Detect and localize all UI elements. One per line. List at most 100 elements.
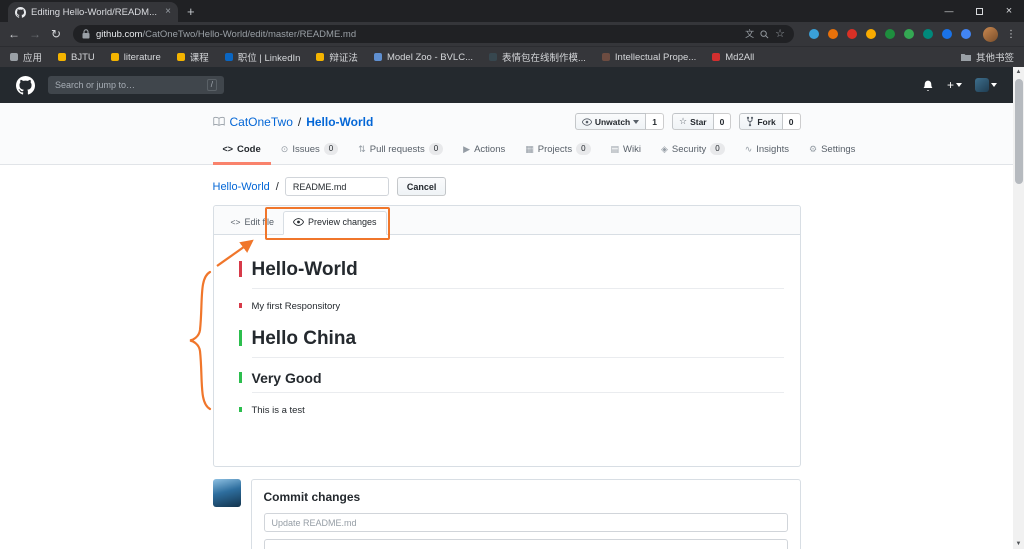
- commit-box: Commit changes: [251, 479, 801, 549]
- browser-tab[interactable]: Editing Hello-World/READM... ×: [8, 2, 178, 22]
- bookmark-list: 应用 BJTU literature 课程 职位 | LinkedIn 辩证法: [10, 50, 754, 64]
- repo-tab[interactable]: <> Code: [213, 137, 271, 165]
- extension-icon[interactable]: [923, 29, 933, 39]
- github-page: Search or jump to… / + CatOneTwo / Hello…: [0, 67, 1013, 549]
- tab-preview-changes[interactable]: Preview changes: [283, 211, 387, 235]
- url-text: github.com/CatOneTwo/Hello-World/edit/ma…: [96, 29, 739, 40]
- star-count[interactable]: 0: [714, 113, 732, 130]
- tab-icon: ▤: [611, 145, 620, 154]
- forward-icon[interactable]: →: [28, 28, 42, 40]
- extension-icon[interactable]: [828, 29, 838, 39]
- browser-menu-icon[interactable]: ⋮: [1005, 29, 1017, 40]
- extension-icon[interactable]: [809, 29, 819, 39]
- cancel-button[interactable]: Cancel: [397, 177, 447, 196]
- tab-counter: 0: [576, 143, 590, 155]
- browser-profile-avatar[interactable]: [983, 27, 998, 42]
- file-breadcrumb: Hello-World / Cancel: [213, 177, 801, 196]
- maximize-icon[interactable]: [964, 0, 994, 22]
- bookmark-item[interactable]: Model Zoo - BVLC...: [374, 52, 473, 63]
- repo-tab[interactable]: ⇅ Pull requests 0: [348, 137, 453, 165]
- repo-tab[interactable]: ∿ Insights: [735, 137, 799, 165]
- bookmark-item[interactable]: 应用: [10, 50, 42, 64]
- extension-icon[interactable]: [942, 29, 952, 39]
- repo-tab[interactable]: ▶ Actions: [453, 137, 515, 165]
- commit-summary-input[interactable]: [264, 513, 788, 532]
- fork-icon: [746, 116, 754, 127]
- bookmark-favicon: [489, 53, 497, 61]
- extension-icon[interactable]: [847, 29, 857, 39]
- editor-tab-bar: <> Edit file Preview changes: [214, 206, 800, 235]
- github-header-right: +: [922, 78, 997, 92]
- filename-input[interactable]: [285, 177, 389, 196]
- new-tab-button[interactable]: +: [187, 5, 195, 18]
- lock-icon: [82, 29, 90, 39]
- bookmark-item[interactable]: literature: [111, 52, 161, 63]
- fork-button[interactable]: Fork: [739, 113, 782, 130]
- slash-key-hint: /: [207, 79, 217, 91]
- repo-header: CatOneTwo / Hello-World Unwatch 1: [0, 103, 1013, 165]
- translate-icon[interactable]: 文: [745, 30, 754, 39]
- extension-icon[interactable]: [961, 29, 971, 39]
- commit-title: Commit changes: [264, 490, 788, 504]
- bookmark-star-icon[interactable]: ☆: [775, 29, 785, 40]
- github-favicon-icon: [15, 7, 26, 18]
- bookmark-item[interactable]: BJTU: [58, 52, 95, 63]
- other-bookmarks[interactable]: 其他书签: [961, 50, 1014, 64]
- star-button[interactable]: ☆ Star: [672, 113, 714, 130]
- fork-count[interactable]: 0: [783, 113, 801, 130]
- page-scrollbar[interactable]: ▲ ▼: [1013, 67, 1024, 549]
- bookmark-item[interactable]: 表情包在线制作模...: [489, 50, 586, 64]
- breadcrumb-repo-link[interactable]: Hello-World: [213, 181, 270, 193]
- refresh-icon[interactable]: ↻: [49, 28, 63, 40]
- repo-title-row: CatOneTwo / Hello-World Unwatch 1: [213, 113, 801, 130]
- back-icon[interactable]: ←: [7, 28, 21, 40]
- bell-icon[interactable]: [922, 79, 934, 92]
- minimize-icon[interactable]: —: [934, 0, 964, 22]
- tab-close-icon[interactable]: ×: [165, 7, 171, 17]
- extension-icon[interactable]: [885, 29, 895, 39]
- tab-icon: ⊙: [281, 145, 289, 154]
- repo-name-link[interactable]: Hello-World: [306, 115, 373, 129]
- create-new-button[interactable]: +: [947, 78, 962, 92]
- scroll-down-icon[interactable]: ▼: [1013, 539, 1024, 549]
- tab-counter: 0: [324, 143, 338, 155]
- github-header: Search or jump to… / +: [0, 67, 1013, 103]
- unwatch-button[interactable]: Unwatch: [575, 113, 646, 130]
- repo-tab[interactable]: ⚙ Settings: [799, 137, 865, 165]
- user-avatar: [975, 78, 989, 92]
- bookmark-favicon: [111, 53, 119, 61]
- commit-description-input[interactable]: [264, 539, 788, 549]
- repo-tabs: <> Code ⊙ Issues 0 ⇅ Pull requests 0: [213, 137, 801, 165]
- tab-icon: <>: [223, 145, 234, 154]
- bookmark-item[interactable]: 课程: [177, 50, 209, 64]
- user-menu[interactable]: [975, 78, 997, 92]
- watch-count[interactable]: 1: [646, 113, 664, 130]
- repo-owner-link[interactable]: CatOneTwo: [230, 115, 293, 129]
- repo-social-buttons: Unwatch 1 ☆ Star 0: [575, 113, 801, 130]
- repo-tab[interactable]: ⊙ Issues 0: [271, 137, 348, 165]
- bookmark-item[interactable]: Intellectual Prope...: [602, 52, 696, 63]
- github-logo-icon[interactable]: [16, 76, 35, 95]
- extension-icon[interactable]: [904, 29, 914, 39]
- repo-tab[interactable]: ▤ Wiki: [601, 137, 651, 165]
- scroll-up-icon[interactable]: ▲: [1013, 67, 1024, 77]
- github-search-input[interactable]: Search or jump to… /: [48, 76, 224, 94]
- file-editor: <> Edit file Preview changes: [213, 205, 801, 467]
- tab-title: Editing Hello-World/READM...: [31, 7, 160, 18]
- zoom-icon[interactable]: [760, 30, 769, 39]
- bookmark-favicon: [316, 53, 324, 61]
- tab-icon: ▶: [463, 145, 470, 154]
- extension-icon[interactable]: [866, 29, 876, 39]
- address-bar[interactable]: github.com/CatOneTwo/Hello-World/edit/ma…: [73, 25, 794, 43]
- close-icon[interactable]: ×: [994, 0, 1024, 22]
- bookmark-item[interactable]: 职位 | LinkedIn: [225, 50, 301, 64]
- repo-tab[interactable]: ▦ Projects 0: [515, 137, 600, 165]
- bookmark-item[interactable]: Md2All: [712, 52, 754, 63]
- tab-icon: ⇅: [358, 145, 366, 154]
- scrollbar-thumb[interactable]: [1015, 79, 1023, 184]
- bookmark-item[interactable]: 辩证法: [316, 50, 358, 64]
- tab-icon: ▦: [525, 145, 534, 154]
- repo-book-icon: [213, 116, 225, 128]
- repo-tab[interactable]: ◈ Security 0: [651, 137, 735, 165]
- tab-edit-file[interactable]: <> Edit file: [222, 212, 283, 234]
